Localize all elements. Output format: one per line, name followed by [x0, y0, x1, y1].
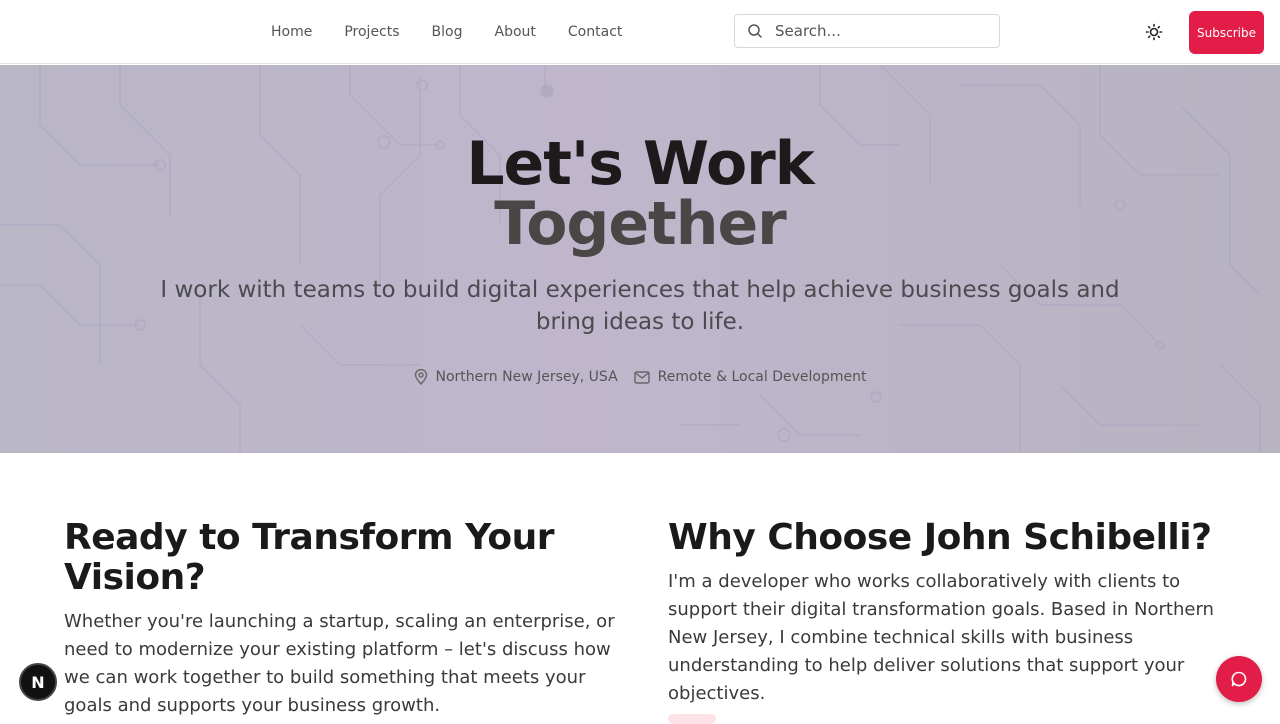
nextjs-badge[interactable]: N: [19, 663, 57, 701]
circuit-background: [0, 65, 1261, 453]
search-box[interactable]: [734, 14, 1000, 48]
why-choose-heading: Why Choose John Schibelli?: [668, 517, 1212, 558]
map-pin-icon: [414, 369, 427, 385]
hero-title-line2: Together: [494, 189, 787, 259]
transform-vision-section: Ready to Transform Your Vision? Whether …: [64, 518, 624, 720]
nav-blog[interactable]: Blog: [432, 0, 463, 64]
transform-heading: Ready to Transform Your Vision?: [64, 517, 554, 598]
main-nav: Home Projects Blog About Contact: [271, 0, 654, 64]
why-choose-text: I'm a developer who works collaborativel…: [668, 571, 1214, 704]
tag-chip: [668, 714, 716, 724]
transform-text: Whether you're launching a startup, scal…: [64, 611, 615, 716]
nav-about[interactable]: About: [495, 0, 536, 64]
hero-meta: Northern New Jersey, USA Remote & Local …: [0, 369, 1280, 385]
top-navigation-bar: Home Projects Blog About Contact Subscri…: [0, 0, 1280, 64]
nav-home[interactable]: Home: [271, 0, 312, 64]
sun-icon[interactable]: [1145, 23, 1163, 41]
why-choose-section: Why Choose John Schibelli? I'm a develop…: [668, 518, 1228, 708]
location-text: Northern New Jersey, USA: [435, 369, 618, 385]
subscribe-button[interactable]: Subscribe: [1189, 11, 1264, 54]
search-icon: [748, 24, 762, 38]
hero-title-line1: Let's Work: [466, 129, 814, 199]
mail-icon: [633, 370, 650, 384]
location-info: Northern New Jersey, USA: [414, 369, 618, 385]
work-mode-text: Remote & Local Development: [657, 369, 867, 385]
nav-projects[interactable]: Projects: [344, 0, 399, 64]
work-mode-info: Remote & Local Development: [633, 369, 867, 385]
chat-button[interactable]: [1216, 656, 1262, 702]
chat-bubble-icon: [1231, 671, 1247, 687]
nav-contact[interactable]: Contact: [568, 0, 622, 64]
hero-subtitle: I work with teams to build digital exper…: [160, 277, 1120, 335]
search-input[interactable]: [773, 21, 977, 41]
hero-section: Let's Work Together I work with teams to…: [0, 65, 1280, 453]
